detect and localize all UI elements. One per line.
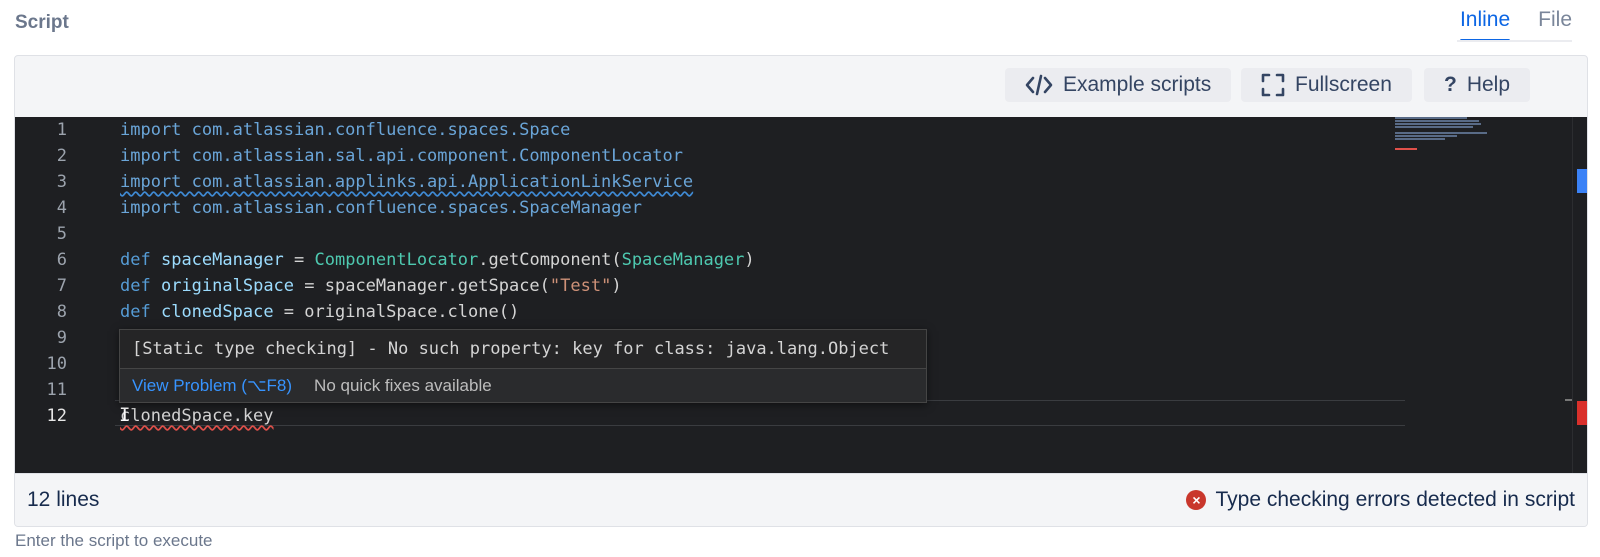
line-number: 2 [56,146,67,166]
line-number: 8 [56,302,67,322]
line-number: 11 [46,380,67,400]
error-icon: × [1186,490,1207,510]
editor-toolbar: Example scripts Fullscreen ? Help [15,56,1587,117]
line-number: 7 [56,276,67,296]
view-problem-link[interactable]: View Problem (⌥F8) [132,376,292,396]
question-mark-icon: ? [1444,73,1457,96]
code-line-8: def clonedSpace = originalSpace.clone() [120,302,520,322]
script-section-label: Script [15,12,69,33]
line-number: 9 [56,328,67,348]
code-line-2: import com.atlassian.sal.api.component.C… [120,146,683,166]
problem-message: [Static type checking] - No such propert… [132,339,890,359]
code-line-3: import com.atlassian.applinks.api.Applic… [120,172,694,192]
type-check-status: × Type checking errors detected in scrip… [1186,488,1575,512]
minimap[interactable] [1395,117,1525,177]
code-line-7: def originalSpace = spaceManager.getSpac… [120,276,622,296]
scrollbar-thumb[interactable] [1577,169,1587,193]
line-number: 6 [56,250,67,270]
tabs-divider [1457,40,1572,42]
fullscreen-button[interactable]: Fullscreen [1241,68,1412,102]
line-number: 12 [46,406,67,426]
code-area[interactable]: 1 2 3 4 5 6 7 8 9 10 11 12 import com.at… [15,117,1587,473]
script-editor: Example scripts Fullscreen ? Help 1 2 3 … [14,55,1588,527]
help-button[interactable]: ? Help [1424,68,1531,102]
field-help-text: Enter the script to execute [15,531,213,550]
tab-file[interactable]: File [1538,4,1572,42]
code-icon [1025,73,1053,97]
fullscreen-label: Fullscreen [1295,73,1392,96]
help-label: Help [1466,73,1511,96]
example-scripts-button[interactable]: Example scripts [1005,68,1232,102]
code-line-1: import com.atlassian.confluence.spaces.S… [120,120,571,140]
editor-status-bar: 12 lines × Type checking errors detected… [15,473,1587,526]
line-number: 5 [56,224,67,244]
problem-hover-widget: [Static type checking] - No such propert… [119,329,927,403]
tab-inline[interactable]: Inline [1459,4,1511,42]
mode-tabs: Inline File [1459,4,1572,42]
text-cursor-icon: I [119,404,131,426]
line-number: 3 [56,172,67,192]
line-number: 10 [46,354,67,374]
line-number-gutter: 1 2 3 4 5 6 7 8 9 10 11 12 [15,117,105,429]
fullscreen-icon [1261,73,1285,97]
code-line-4: import com.atlassian.confluence.spaces.S… [120,198,642,218]
example-scripts-label: Example scripts [1063,73,1212,96]
line-count: 12 lines [27,488,100,511]
type-check-message: Type checking errors detected in script [1215,488,1575,511]
code-line-6: def spaceManager = ComponentLocator.getC… [120,250,755,270]
line-number: 1 [56,120,67,140]
code-line-12: clonedSpace.key [120,406,274,426]
no-quick-fixes-label: No quick fixes available [314,375,492,395]
problem-actions: View Problem (⌥F8) No quick fixes availa… [120,368,926,402]
scrollbar-error-marker [1577,401,1587,425]
line-number: 4 [56,198,67,218]
vertical-scrollbar[interactable] [1572,117,1587,473]
